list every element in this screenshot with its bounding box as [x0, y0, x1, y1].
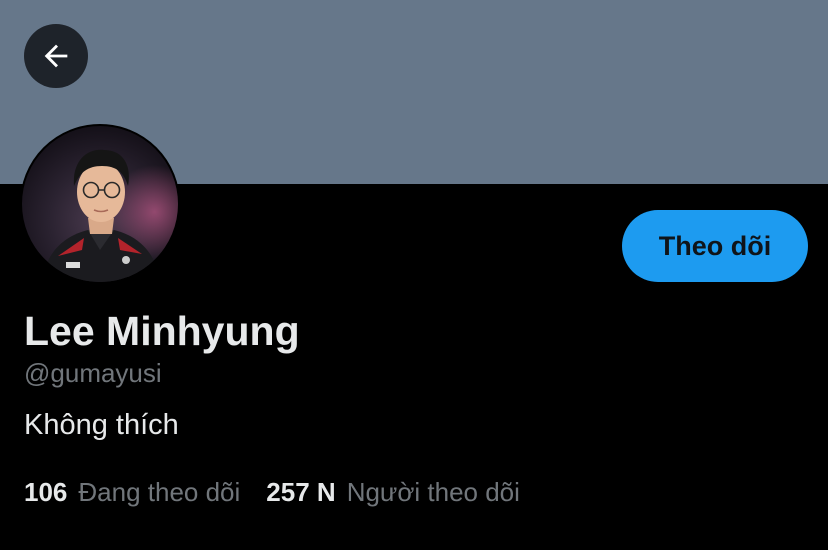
- followers-label: Người theo dõi: [346, 477, 520, 507]
- following-label: Đang theo dõi: [78, 477, 241, 507]
- followers-stat[interactable]: 257 N Người theo dõi: [266, 474, 520, 510]
- profile-page: Theo dõi Lee Minhyung @gumayusi Không th…: [0, 0, 828, 550]
- arrow-left-icon: [44, 44, 68, 68]
- display-name: Lee Minhyung: [24, 308, 300, 354]
- profile-bio: Không thích: [24, 409, 179, 441]
- profile-photo: [22, 126, 178, 282]
- following-count: 106: [24, 477, 68, 507]
- back-button[interactable]: [24, 24, 88, 88]
- profile-stats: 106 Đang theo dõi 257 N Người theo dõi: [24, 474, 520, 510]
- following-stat[interactable]: 106 Đang theo dõi: [24, 474, 240, 510]
- followers-count: 257 N: [266, 477, 336, 507]
- follow-button[interactable]: Theo dõi: [622, 210, 808, 282]
- user-handle: @gumayusi: [24, 358, 162, 388]
- avatar[interactable]: [20, 124, 180, 284]
